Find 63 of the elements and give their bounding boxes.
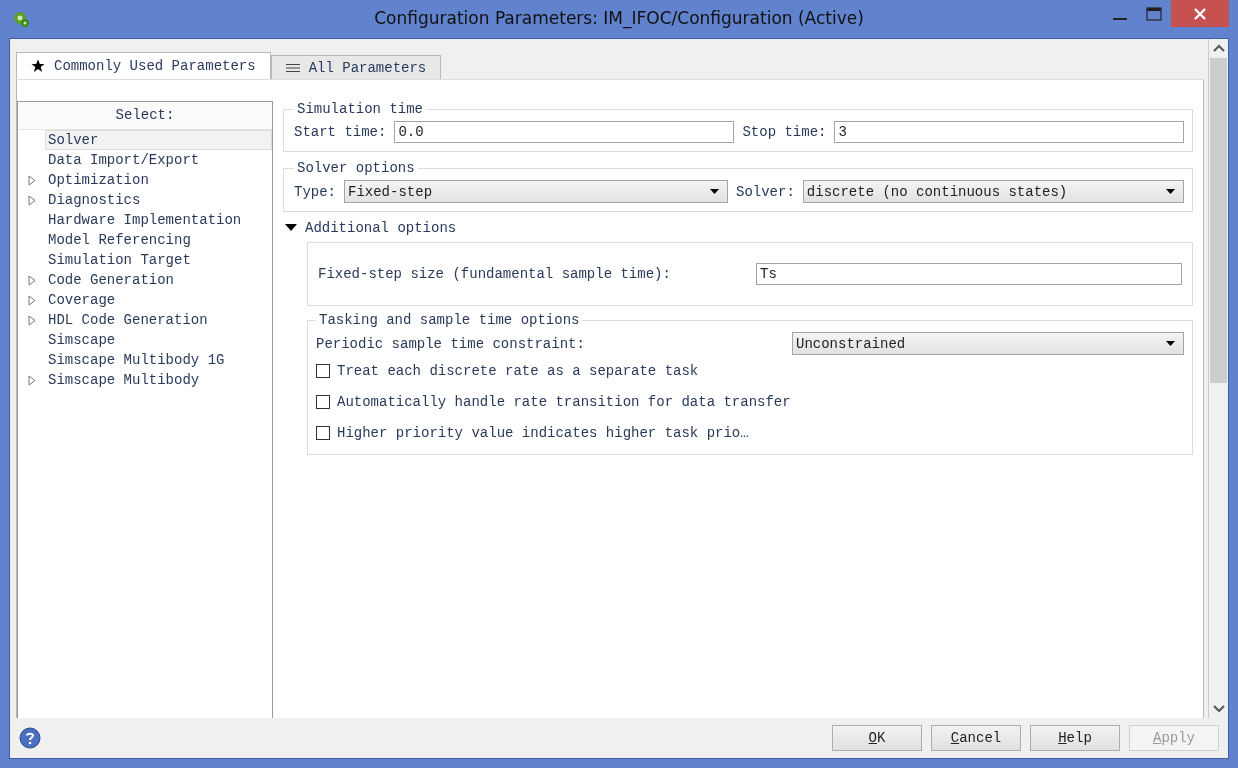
maximize-icon — [1146, 6, 1162, 21]
help-icon[interactable] — [19, 727, 41, 749]
window-title: Configuration Parameters: IM_IFOC/Configuration (Active) — [374, 8, 864, 28]
checkbox[interactable] — [316, 425, 330, 440]
caret-icon — [285, 224, 297, 232]
field-label: Fixed-step size (fundamental sample time): — [318, 266, 672, 282]
tree-item[interactable]: Solver — [45, 130, 272, 150]
expand-icon[interactable] — [27, 314, 36, 326]
dialog-button[interactable]: Cancel — [931, 725, 1021, 751]
field-label: Solver: — [736, 183, 795, 200]
caret-icon — [710, 189, 719, 194]
close-button[interactable] — [1171, 0, 1229, 27]
input-field[interactable]: 3 — [834, 121, 1184, 143]
gear-icon — [12, 10, 30, 28]
checkbox[interactable] — [316, 363, 330, 378]
tree-item[interactable]: Coverage — [45, 290, 272, 310]
dropdown[interactable]: Unconstrained — [792, 332, 1184, 355]
scrollbar[interactable] — [1208, 39, 1228, 718]
dialog-button[interactable]: Help — [1030, 725, 1120, 751]
tree-item[interactable]: Simscape — [45, 330, 272, 350]
tab[interactable]: All Parameters — [270, 55, 442, 79]
dropdown[interactable]: discrete (no continuous states) — [802, 180, 1184, 203]
scroll-up-icon[interactable] — [1212, 44, 1225, 52]
caret-icon — [1166, 189, 1175, 194]
dropdown[interactable]: Fixed-step — [344, 180, 728, 203]
tree-item[interactable]: Simscape Multibody — [45, 370, 272, 390]
list-icon — [285, 62, 300, 73]
section-toggle[interactable]: Additional options — [285, 220, 457, 236]
group-title: Tasking and sample time options — [318, 312, 581, 328]
expand-icon[interactable] — [27, 174, 36, 186]
caret-icon — [1166, 341, 1175, 346]
star-icon — [31, 59, 45, 73]
dialog-button[interactable]: OK — [832, 725, 922, 751]
tree-item[interactable]: Data Import/Export — [45, 150, 272, 170]
tree-item[interactable]: Simulation Target — [45, 250, 272, 270]
tree-item[interactable]: Code Generation — [45, 270, 272, 290]
field-label: Start time: — [294, 124, 387, 140]
expand-icon[interactable] — [27, 374, 36, 386]
tree-header: Select: — [18, 102, 272, 130]
checkbox-label: Treat each discrete rate as a separate task — [337, 362, 699, 379]
tree-item[interactable]: Simscape Multibody 1G — [45, 350, 272, 370]
scroll-down-icon[interactable] — [1212, 705, 1225, 713]
expand-icon[interactable] — [27, 274, 36, 286]
expand-icon[interactable] — [27, 194, 36, 206]
close-icon — [1193, 7, 1207, 20]
input-field[interactable]: 0.0 — [394, 121, 735, 143]
tree-item[interactable]: Optimization — [45, 170, 272, 190]
checkbox-label: Higher priority value indicates higher task prio… — [337, 424, 749, 441]
tree-item[interactable]: Hardware Implementation — [45, 210, 272, 230]
checkbox[interactable] — [316, 394, 330, 409]
tab[interactable]: Commonly Used Parameters — [16, 52, 271, 79]
checkbox-label: Automatically handle rate transition for data transfer — [337, 393, 791, 410]
tree-item[interactable]: Model Referencing — [45, 230, 272, 250]
tree-item[interactable]: HDL Code Generation — [45, 310, 272, 330]
group-title: Simulation time — [296, 101, 425, 117]
field-label: Type: — [294, 183, 336, 200]
group-title: Solver options — [296, 160, 416, 176]
minimize-icon — [1113, 17, 1127, 20]
field-label: Periodic sample time constraint: — [316, 335, 586, 352]
tree-item[interactable]: Diagnostics — [45, 190, 272, 210]
expand-icon[interactable] — [27, 294, 36, 306]
field-label: Stop time: — [742, 124, 827, 140]
input-field[interactable]: Ts — [756, 263, 1182, 285]
